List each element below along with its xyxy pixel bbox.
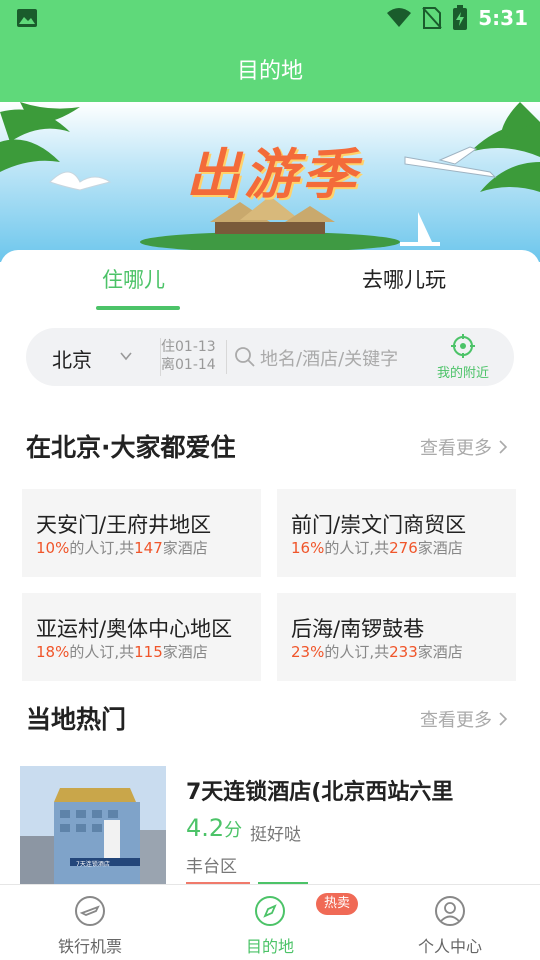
tab-indicator <box>96 306 180 310</box>
divider <box>226 340 227 374</box>
compass-icon <box>255 896 285 926</box>
area-stat: 16%的人订,共276家酒店 <box>291 539 463 557</box>
hotel-sign: 7天连锁酒店 <box>76 861 110 868</box>
tab-bar: 住哪儿 去哪儿玩 <box>0 250 540 314</box>
search-input[interactable]: 地名/酒店/关键字 <box>260 345 398 371</box>
hotel-name: 7天连锁酒店(北京西站六里 <box>186 780 454 805</box>
nav-label: 铁行机票 <box>57 937 122 956</box>
popular-section-title: 在北京·大家都爱住 <box>26 433 236 462</box>
status-bar: 5:31 <box>0 0 540 36</box>
nearby-label: 我的附近 <box>436 366 489 381</box>
hotel-score: 4.2分 <box>186 814 243 842</box>
area-stat: 18%的人订,共115家酒店 <box>36 643 208 661</box>
promo-banner[interactable]: 出游季 <box>0 102 540 262</box>
city-selector[interactable]: 北京 <box>52 344 92 373</box>
area-card[interactable]: 天安门/王府井地区 10%的人订,共147家酒店 <box>22 489 261 577</box>
image-notification-icon <box>17 9 37 27</box>
search-icon <box>235 347 255 367</box>
plane-ticket-icon <box>75 896 105 926</box>
nav-profile[interactable]: 个人中心 <box>380 895 520 957</box>
hotel-list-item[interactable]: 7天连锁酒店 7天连锁酒店(北京西站六里 4.2分 挺好哒 丰台区 <box>20 766 520 884</box>
banner-title: 出游季 <box>186 143 360 206</box>
tab-stay[interactable]: 住哪儿 <box>102 264 165 294</box>
checkin-date: 住01-13 <box>161 339 216 355</box>
more-label: 查看更多 <box>420 438 492 459</box>
area-name: 天安门/王府井地区 <box>36 513 212 537</box>
area-stat: 10%的人订,共147家酒店 <box>36 539 208 557</box>
checkout-date: 离01-14 <box>161 357 216 373</box>
more-label: 查看更多 <box>420 710 492 731</box>
nav-label: 个人中心 <box>417 937 482 956</box>
nav-tickets[interactable]: 铁行机票 <box>20 895 160 957</box>
hotel-search-bar: 北京 住01-13 离01-14 地名/酒店/关键字 我的附近 <box>26 328 514 386</box>
user-icon <box>435 896 465 926</box>
nav-label: 目的地 <box>245 937 294 956</box>
local-section-title: 当地热门 <box>26 705 127 734</box>
chevron-right-icon <box>499 440 508 454</box>
chevron-right-icon <box>499 712 508 726</box>
clock: 5:31 <box>478 6 528 30</box>
area-name: 后海/南锣鼓巷 <box>291 617 425 641</box>
date-range[interactable]: 住01-13 离01-14 <box>160 338 216 376</box>
hot-badge: 热卖 <box>316 893 359 915</box>
local-more-link[interactable]: 查看更多 <box>420 706 508 732</box>
nearby-button[interactable]: 我的附近 <box>432 334 494 381</box>
popular-more-link[interactable]: 查看更多 <box>420 434 508 460</box>
area-card[interactable]: 亚运村/奥体中心地区 18%的人订,共115家酒店 <box>22 593 261 681</box>
bottom-navigation: 铁行机票 目的地 个人中心 热卖 <box>0 884 540 960</box>
page-header: 目的地 <box>0 36 540 102</box>
hotel-district: 丰台区 <box>186 857 237 877</box>
area-card[interactable]: 后海/南锣鼓巷 23%的人订,共233家酒店 <box>277 593 516 681</box>
no-sim-icon <box>422 7 442 29</box>
tab-play[interactable]: 去哪儿玩 <box>362 264 446 294</box>
page-title: 目的地 <box>236 59 303 84</box>
area-name: 亚运村/奥体中心地区 <box>36 617 233 641</box>
area-stat: 23%的人订,共233家酒店 <box>291 643 463 661</box>
chevron-down-icon[interactable] <box>118 348 134 364</box>
content-sheet: 住哪儿 去哪儿玩 北京 住01-13 离01-14 地名/酒店/关键字 我的附近… <box>0 250 540 884</box>
battery-charging-icon <box>453 5 468 30</box>
hotel-photo: 7天连锁酒店 <box>20 766 166 884</box>
locate-icon <box>451 334 475 358</box>
hotel-comment: 挺好哒 <box>250 825 301 845</box>
wifi-icon <box>387 8 412 27</box>
area-card[interactable]: 前门/崇文门商贸区 16%的人订,共276家酒店 <box>277 489 516 577</box>
area-name: 前门/崇文门商贸区 <box>291 513 467 537</box>
